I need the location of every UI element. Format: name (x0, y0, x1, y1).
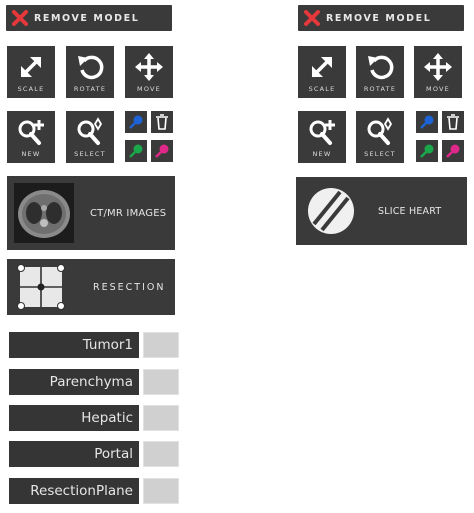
move-icon (424, 53, 452, 81)
new-point-button[interactable]: NEW (7, 111, 55, 163)
scale-icon (20, 56, 42, 78)
color-swatch[interactable] (143, 478, 179, 504)
rotate-label: ROTATE (73, 85, 107, 93)
move-icon (135, 53, 163, 81)
left-model-panel: REMOVE MODEL SCALE ROTATE MOVE NEW SELEC… (0, 0, 190, 513)
select-point-icon (77, 117, 103, 145)
slice-heart-button[interactable]: SLICE HEART (296, 177, 467, 245)
ct-mr-images-label: CT/MR IMAGES (90, 207, 167, 219)
right-model-panel: REMOVE MODEL SCALE ROTATE MOVE NEW SELEC… (290, 0, 474, 260)
structure-name: Hepatic (9, 405, 139, 431)
structure-row-resectionplane[interactable]: ResectionPlane (9, 478, 179, 504)
move-button[interactable]: MOVE (414, 46, 462, 98)
select-label: SELECT (364, 150, 396, 158)
structure-name: Parenchyma (9, 369, 139, 395)
move-label: MOVE (137, 85, 161, 93)
move-label: MOVE (426, 85, 450, 93)
structure-name: ResectionPlane (9, 478, 139, 504)
structure-row-parenchyma[interactable]: Parenchyma (9, 369, 179, 395)
rotate-button[interactable]: ROTATE (356, 46, 404, 98)
delete-button[interactable] (442, 111, 464, 133)
remove-model-label: REMOVE MODEL (34, 12, 140, 24)
green-pin-icon (129, 144, 143, 158)
remove-model-label: REMOVE MODEL (326, 12, 432, 24)
green-pin-icon (420, 144, 434, 158)
color-swatch[interactable] (143, 441, 179, 467)
green-pin-button[interactable] (416, 140, 438, 162)
structure-row-tumor1[interactable]: Tumor1 (9, 332, 179, 358)
remove-x-icon (298, 5, 326, 31)
slice-icon (308, 188, 354, 234)
magenta-pin-icon (155, 144, 169, 158)
scale-button[interactable]: SCALE (298, 46, 346, 98)
resection-button[interactable]: RESECTION (7, 259, 175, 315)
select-point-button[interactable]: SELECT (66, 111, 114, 163)
structure-row-portal[interactable]: Portal (9, 441, 179, 467)
remove-model-button[interactable]: REMOVE MODEL (298, 5, 464, 31)
new-point-icon (18, 120, 44, 145)
rotate-icon (78, 55, 104, 80)
scale-label: SCALE (308, 85, 336, 93)
structure-name: Tumor1 (9, 332, 139, 358)
color-swatch[interactable] (143, 332, 179, 358)
color-swatch[interactable] (143, 405, 179, 431)
resection-plane-icon (17, 264, 65, 310)
trash-icon (156, 114, 168, 130)
select-point-icon (367, 117, 393, 145)
remove-model-button[interactable]: REMOVE MODEL (6, 5, 172, 31)
green-pin-button[interactable] (125, 140, 147, 162)
new-label: NEW (312, 150, 332, 158)
rotate-label: ROTATE (363, 85, 397, 93)
magenta-pin-icon (446, 144, 460, 158)
structure-name: Portal (9, 441, 139, 467)
new-point-button[interactable]: NEW (298, 111, 346, 163)
ct-mr-images-button[interactable]: CT/MR IMAGES (7, 176, 175, 250)
blue-pin-button[interactable] (416, 111, 438, 133)
move-button[interactable]: MOVE (125, 46, 173, 98)
delete-button[interactable] (151, 111, 173, 133)
blue-pin-icon (420, 115, 434, 129)
ct-scan-icon (14, 183, 74, 243)
new-point-icon (309, 120, 335, 145)
resection-label: RESECTION (93, 281, 166, 293)
scale-icon (311, 56, 333, 78)
structure-row-hepatic[interactable]: Hepatic (9, 405, 179, 431)
color-swatch[interactable] (143, 369, 179, 395)
select-point-button[interactable]: SELECT (356, 111, 404, 163)
scale-button[interactable]: SCALE (7, 46, 55, 98)
new-label: NEW (21, 150, 41, 158)
blue-pin-icon (129, 115, 143, 129)
rotate-icon (368, 55, 394, 80)
scale-label: SCALE (17, 85, 45, 93)
slice-heart-label: SLICE HEART (378, 205, 442, 217)
blue-pin-button[interactable] (125, 111, 147, 133)
magenta-pin-button[interactable] (151, 140, 173, 162)
remove-x-icon (6, 5, 34, 31)
rotate-button[interactable]: ROTATE (66, 46, 114, 98)
magenta-pin-button[interactable] (442, 140, 464, 162)
trash-icon (447, 114, 459, 130)
select-label: SELECT (74, 150, 106, 158)
